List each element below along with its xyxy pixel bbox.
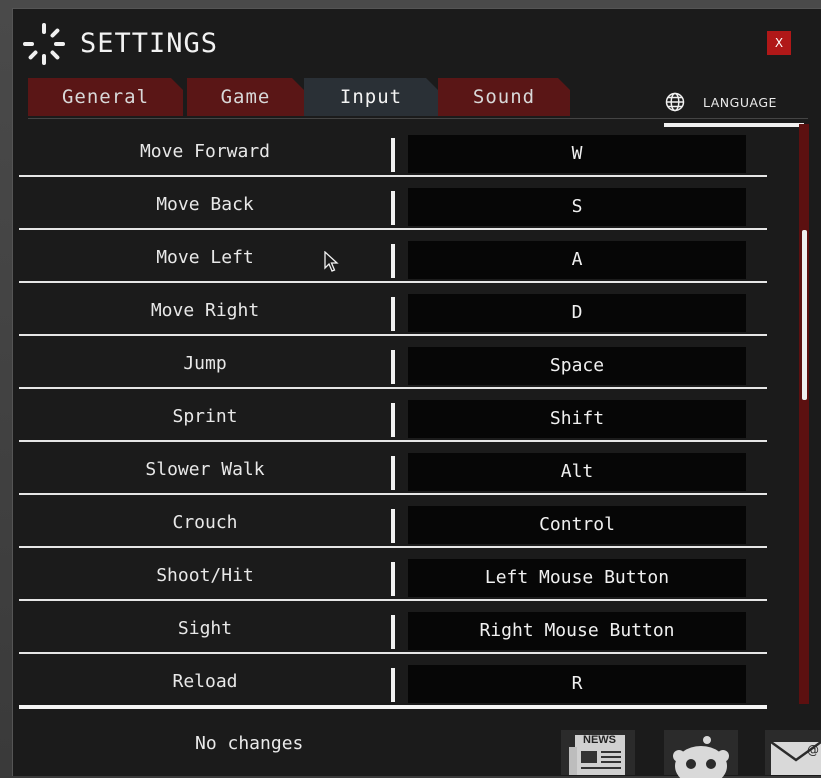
title-bar: SETTINGS bbox=[12, 14, 772, 74]
row-divider bbox=[391, 403, 395, 437]
tab-sound[interactable]: Sound bbox=[438, 78, 570, 116]
action-label: Reload bbox=[172, 671, 238, 692]
row-divider bbox=[391, 668, 395, 702]
row-divider bbox=[391, 138, 395, 172]
language-label: LANGUAGE bbox=[703, 95, 777, 110]
keybinding-row: Shoot/Hit Left Mouse Button bbox=[19, 548, 767, 601]
keybinding-row: Move Right D bbox=[19, 283, 767, 336]
keybinding-row: Move Forward W bbox=[19, 124, 767, 177]
row-divider bbox=[391, 297, 395, 331]
key-button[interactable]: D bbox=[408, 294, 746, 332]
row-divider bbox=[391, 350, 395, 384]
key-button[interactable]: Shift bbox=[408, 400, 746, 438]
row-divider bbox=[391, 562, 395, 596]
status-text: No changes bbox=[195, 733, 304, 754]
action-label: Move Right bbox=[150, 300, 260, 321]
row-divider bbox=[391, 509, 395, 543]
loading-spinner-icon bbox=[23, 23, 65, 65]
key-button[interactable]: Space bbox=[408, 347, 746, 385]
list-bottom-border bbox=[19, 705, 767, 709]
scrollbar-track[interactable] bbox=[799, 124, 809, 704]
keybinding-row: Sight Right Mouse Button bbox=[19, 601, 767, 654]
tab-game[interactable]: Game bbox=[187, 78, 304, 116]
keybinding-row: Jump Space bbox=[19, 336, 767, 389]
key-button[interactable]: W bbox=[408, 135, 746, 173]
action-label: Sight bbox=[177, 618, 233, 639]
row-divider bbox=[391, 456, 395, 490]
mouse-cursor-icon bbox=[324, 251, 339, 272]
window-title: SETTINGS bbox=[80, 28, 219, 59]
action-label: Slower Walk bbox=[145, 459, 265, 480]
key-button[interactable]: Right Mouse Button bbox=[408, 612, 746, 650]
keybinding-list: Move Forward W Move Back S Move Left A M… bbox=[19, 124, 767, 706]
action-label: Crouch bbox=[172, 512, 238, 533]
keybinding-row: Reload R bbox=[19, 654, 767, 705]
mail-button[interactable]: @ bbox=[765, 730, 821, 775]
action-label: Move Forward bbox=[139, 141, 271, 162]
action-label: Sprint bbox=[172, 406, 238, 427]
key-button[interactable]: S bbox=[408, 188, 746, 226]
key-button[interactable]: Left Mouse Button bbox=[408, 559, 746, 597]
key-button[interactable]: R bbox=[408, 665, 746, 703]
action-label: Move Back bbox=[156, 194, 254, 215]
row-divider bbox=[391, 244, 395, 278]
keybinding-row: Crouch Control bbox=[19, 495, 767, 548]
keybinding-row: Move Back S bbox=[19, 177, 767, 230]
scrollbar-thumb[interactable] bbox=[802, 230, 807, 400]
language-button[interactable]: LANGUAGE bbox=[664, 83, 804, 127]
reddit-icon bbox=[673, 736, 729, 778]
svg-text:@: @ bbox=[807, 743, 819, 757]
reddit-button[interactable] bbox=[664, 730, 738, 778]
globe-icon bbox=[665, 92, 685, 112]
action-label: Shoot/Hit bbox=[156, 565, 254, 586]
keybinding-row: Sprint Shift bbox=[19, 389, 767, 442]
close-button[interactable]: X bbox=[767, 31, 791, 55]
keybinding-row: Move Left A bbox=[19, 230, 767, 283]
action-label: Jump bbox=[183, 353, 227, 374]
row-divider bbox=[391, 615, 395, 649]
key-button[interactable]: A bbox=[408, 241, 746, 279]
tab-general[interactable]: General bbox=[28, 78, 183, 116]
keybinding-row: Slower Walk Alt bbox=[19, 442, 767, 495]
key-button[interactable]: Alt bbox=[408, 453, 746, 491]
mail-icon: @ bbox=[770, 740, 821, 775]
tab-input[interactable]: Input bbox=[304, 78, 438, 116]
row-divider bbox=[391, 191, 395, 225]
news-label: NEWS bbox=[583, 734, 616, 746]
news-button[interactable]: NEWS bbox=[561, 730, 635, 775]
key-button[interactable]: Control bbox=[408, 506, 746, 544]
